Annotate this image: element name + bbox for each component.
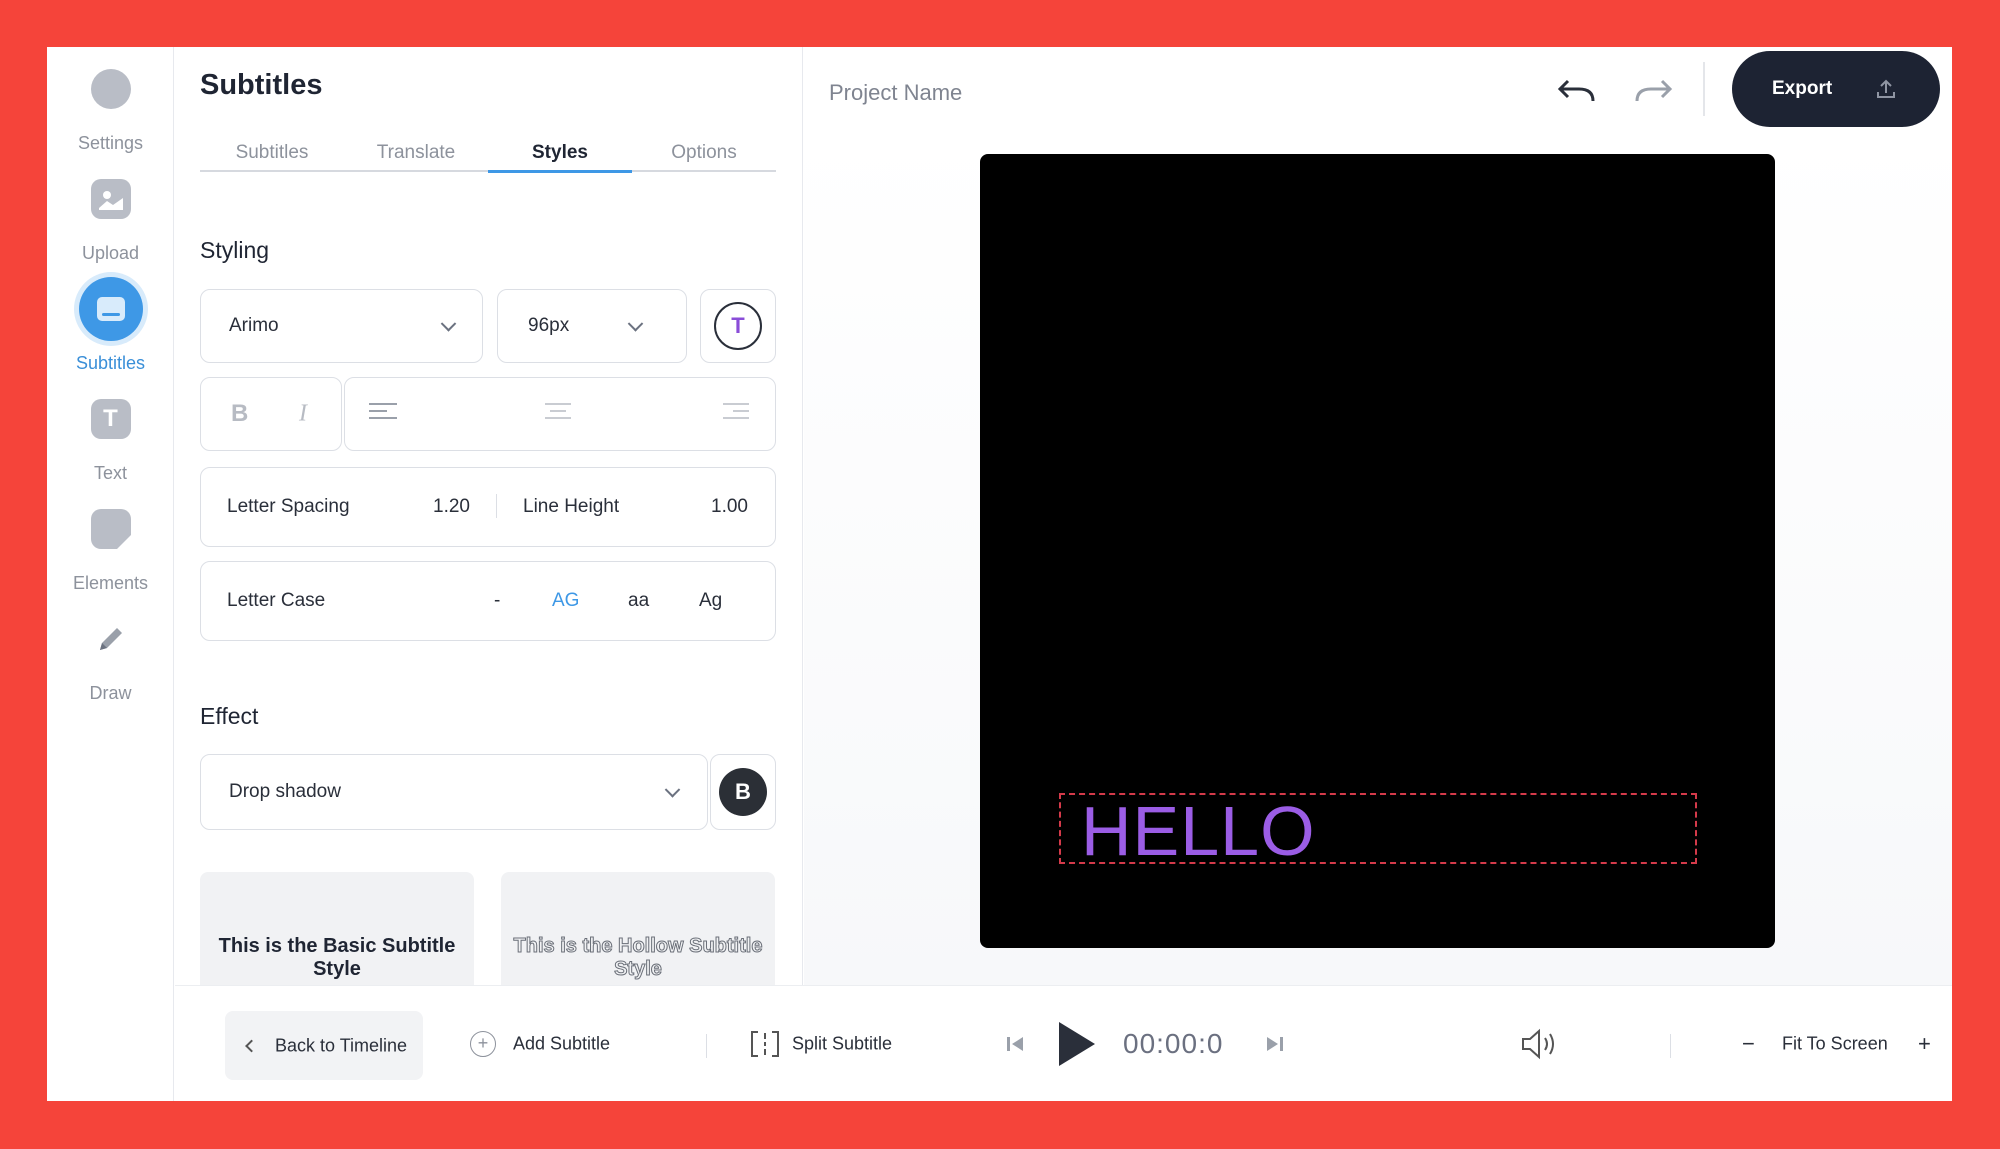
font-value: Arimo: [229, 315, 279, 336]
text-color-button[interactable]: T: [714, 302, 762, 350]
effect-select[interactable]: Drop shadow: [200, 754, 708, 830]
split-icon[interactable]: [750, 1030, 780, 1058]
elements-icon: [90, 509, 131, 549]
letter-case-label: Letter Case: [227, 590, 326, 611]
left-rail: Settings Upload Subtitles T Text Element…: [47, 47, 174, 1101]
export-button[interactable]: Export: [1732, 51, 1940, 127]
divider: [496, 494, 497, 518]
rail-label: Text: [93, 463, 127, 483]
add-icon[interactable]: +: [470, 1030, 496, 1057]
project-name[interactable]: Project Name: [829, 80, 962, 106]
zoom-out-button[interactable]: −: [1742, 1031, 1755, 1057]
bottom-toolbar: Back to Timeline + Add Subtitle Split Su…: [175, 985, 1952, 1101]
play-icon[interactable]: [1055, 1020, 1099, 1068]
effect-heading: Effect: [200, 703, 259, 729]
add-subtitle-button[interactable]: Add Subtitle: [513, 1033, 610, 1054]
tab-subtitles[interactable]: Subtitles: [200, 142, 344, 170]
timecode: 00:00:0: [1123, 1027, 1224, 1059]
subtitle-text-frame[interactable]: HELLO: [1059, 792, 1697, 870]
topbar-divider: [1703, 62, 1705, 116]
preset-hollow[interactable]: This is the Hollow Subtitle Style: [501, 872, 775, 985]
line-height-label: Line Height: [523, 496, 620, 517]
rail-item-draw[interactable]: Draw: [47, 597, 174, 737]
effect-color-button[interactable]: B: [719, 768, 767, 816]
back-to-timeline-button[interactable]: Back to Timeline: [225, 1011, 423, 1080]
case-title-option[interactable]: Ag: [699, 590, 722, 612]
divider: [1670, 1034, 1671, 1058]
align-center-icon[interactable]: [545, 403, 573, 425]
fit-to-screen-button[interactable]: Fit To Screen: [1782, 1033, 1888, 1054]
undo-icon[interactable]: [1555, 77, 1597, 109]
skip-forward-icon[interactable]: [1265, 1034, 1285, 1054]
letter-spacing-input[interactable]: 1.20: [433, 496, 470, 518]
tab-translate[interactable]: Translate: [344, 142, 488, 170]
volume-icon[interactable]: [1520, 1028, 1560, 1060]
font-size-select[interactable]: 96px: [497, 289, 687, 363]
align-right-icon[interactable]: [723, 403, 751, 425]
upload-icon: [1877, 79, 1895, 98]
format-group: B I: [200, 377, 342, 451]
rail-label: Draw: [89, 683, 132, 703]
text-icon: T: [90, 399, 131, 439]
chevron-down-icon: [627, 316, 644, 332]
divider: [706, 1034, 707, 1058]
panel-tabs: Subtitles Translate Styles Options: [200, 142, 776, 173]
subtitles-icon: [78, 277, 143, 341]
subtitles-panel: Subtitles Subtitles Translate Styles Opt…: [175, 47, 803, 985]
line-height-input[interactable]: 1.00: [711, 496, 748, 518]
text-color-box: T: [700, 289, 776, 363]
alignment-group: [344, 377, 776, 451]
font-size-value: 96px: [528, 315, 570, 336]
chevron-left-icon: [245, 1039, 258, 1052]
subtitle-text[interactable]: HELLO: [1081, 791, 1316, 871]
video-canvas[interactable]: HELLO: [980, 154, 1775, 948]
bold-button[interactable]: B: [231, 400, 248, 428]
tab-options[interactable]: Options: [632, 142, 776, 170]
rail-label: Upload: [81, 243, 140, 263]
chevron-down-icon: [440, 316, 457, 332]
font-select[interactable]: Arimo: [200, 289, 483, 363]
zoom-in-button[interactable]: +: [1918, 1031, 1931, 1057]
case-upper-option[interactable]: AG: [552, 590, 579, 612]
split-subtitle-button[interactable]: Split Subtitle: [792, 1033, 892, 1054]
pencil-icon: [91, 619, 131, 659]
upload-icon: [90, 179, 131, 219]
panel-title: Subtitles: [200, 69, 323, 101]
editor-app: Settings Upload Subtitles T Text Element…: [47, 47, 1952, 1101]
export-label: Export: [1772, 78, 1833, 99]
case-none-option[interactable]: -: [494, 590, 500, 612]
case-lower-option[interactable]: aa: [628, 590, 649, 612]
settings-icon: [90, 69, 131, 109]
rail-label: Settings: [77, 133, 144, 153]
letter-case-box: Letter Case - AG aa Ag: [200, 561, 776, 641]
spacing-box: Letter Spacing 1.20 Line Height 1.00: [200, 467, 776, 547]
back-label: Back to Timeline: [275, 1035, 408, 1055]
align-left-icon[interactable]: [369, 403, 397, 425]
italic-button[interactable]: I: [299, 401, 307, 428]
tab-styles[interactable]: Styles: [488, 142, 632, 173]
rail-label: Elements: [72, 573, 149, 593]
rail-label: Subtitles: [75, 353, 146, 373]
chevron-down-icon: [664, 782, 681, 798]
letter-spacing-label: Letter Spacing: [227, 496, 350, 517]
skip-back-icon[interactable]: [1005, 1034, 1025, 1054]
effect-color-box: B: [710, 754, 776, 830]
styling-heading: Styling: [200, 237, 270, 263]
redo-icon[interactable]: [1633, 77, 1675, 109]
effect-value: Drop shadow: [229, 781, 341, 802]
preset-basic[interactable]: This is the Basic Subtitle Style: [200, 872, 474, 985]
